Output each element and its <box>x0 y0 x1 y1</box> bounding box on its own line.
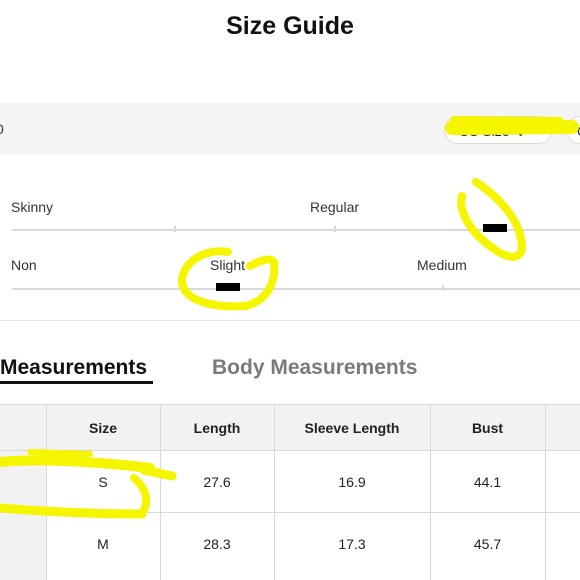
page-title: Size Guide <box>226 12 354 40</box>
table-cell-bust: 44.1 <box>473 474 502 490</box>
header-bust: Bust <box>471 420 504 436</box>
table-cell-length: 27.6 <box>203 474 231 490</box>
stretch-label-medium: Medium <box>417 257 467 273</box>
fit-label-skinny: Skinny <box>11 199 54 215</box>
tab-body-measurements[interactable]: Body Measurements <box>212 356 417 380</box>
header-sleeve-length: Sleeve Length <box>304 420 400 436</box>
tab-measurements[interactable]: Measurements <box>0 356 147 380</box>
table-cell-bust: 45.7 <box>473 536 502 552</box>
stretch-scale-track <box>12 288 580 290</box>
table-col-rule <box>545 404 546 580</box>
table-cell-length: 28.3 <box>203 536 231 552</box>
regular-marker-circle <box>457 178 526 261</box>
table-cell-size: S <box>98 474 108 490</box>
us-size-dropdown[interactable]: US Size ⌄ <box>444 116 552 144</box>
table-cell-sleeve: 17.3 <box>338 536 366 552</box>
fit-label-regular: Regular <box>310 199 360 215</box>
section-divider <box>0 320 580 321</box>
stretch-selected-marker <box>215 283 240 291</box>
size-selector-bar: 0 US Size ⌄ C <box>0 103 580 155</box>
fit-scale-tick <box>334 226 336 232</box>
active-tab-underline <box>0 381 153 384</box>
fit-scale-tick <box>174 226 176 232</box>
next-size-pill[interactable]: C <box>566 116 580 144</box>
table-rule <box>0 450 580 451</box>
stretch-label-slight: Slight <box>210 257 246 273</box>
us-size-label: US Size <box>459 123 510 139</box>
header-size: Size <box>88 420 117 436</box>
stretch-label-non: Non <box>11 257 37 273</box>
table-cell-size: M <box>97 536 109 552</box>
table-cell-sleeve: 16.9 <box>338 474 366 490</box>
table-first-column <box>0 404 46 580</box>
header-length: Length <box>193 420 241 436</box>
measurements-table: Size Length Sleeve Length Bust S 27.6 16… <box>0 404 580 580</box>
cut-off-label: 0 <box>0 121 4 137</box>
table-rule <box>0 512 580 513</box>
stretch-scale-tick <box>442 285 444 291</box>
fit-selected-marker <box>482 224 507 232</box>
chevron-down-icon: ⌄ <box>515 125 526 139</box>
table-rule <box>0 404 580 405</box>
